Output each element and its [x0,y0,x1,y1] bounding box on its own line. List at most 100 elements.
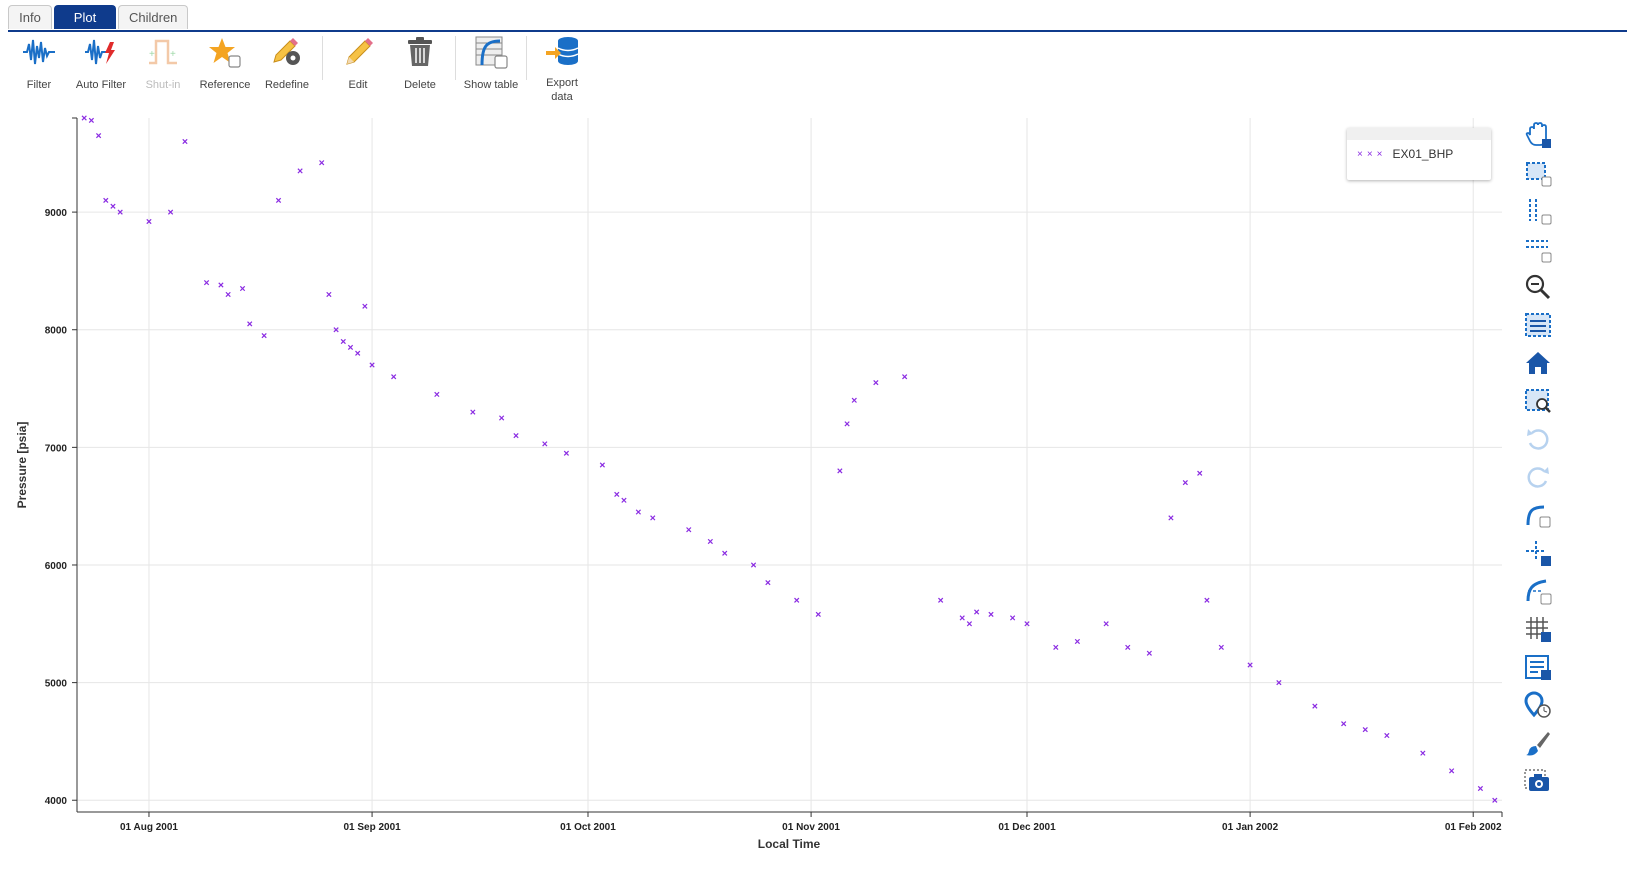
grid-icon[interactable] [1520,610,1556,648]
auto-filter-button[interactable]: Auto Filter [70,34,132,104]
data-point [362,303,368,309]
data-point [1103,621,1109,627]
data-point [542,441,548,447]
data-point [902,374,908,380]
export-data-label: Export data [546,76,578,104]
data-point [851,397,857,403]
chart-legend[interactable]: ××× EX01_BHP [1347,128,1491,180]
filter-wave-icon [21,34,57,70]
x-tick-label: 01 Dec 2001 [998,822,1056,833]
data-point [1197,470,1203,476]
tab-underline [8,30,1627,32]
curve-icon[interactable] [1520,496,1556,534]
zoom-fit-icon[interactable] [1520,382,1556,420]
chart-grid [77,118,1502,812]
export-data-button[interactable]: Export data [531,34,593,104]
data-point [340,338,346,345]
tab-plot[interactable]: Plot [54,5,116,29]
y-tick-label: 7000 [45,443,68,454]
filter-button[interactable]: Filter [8,34,70,104]
data-point [1362,727,1368,733]
pressure-chart[interactable]: 01 Aug 2001 01 Sep 2001 01 Oct 2001 01 Nov … [0,110,1510,860]
data-point [1168,515,1174,521]
tab-bar: Info Plot Children [8,5,189,31]
data-point [247,321,253,327]
toolbar-divider [526,36,527,80]
data-point [966,621,973,627]
export-label-line1: Export [546,77,578,89]
auto-filter-label: Auto Filter [75,79,127,91]
y-zoom-icon[interactable] [1520,230,1556,268]
tab-children[interactable]: Children [118,5,189,29]
data-point [1341,721,1347,727]
data-point [844,421,850,427]
data-point [707,538,713,545]
edit-button[interactable]: Edit [327,34,389,104]
redefine-label: Redefine [264,79,310,91]
pencil-icon [340,34,376,70]
data-point [1312,703,1318,709]
data-point [1420,750,1426,756]
legend-item[interactable]: ××× EX01_BHP [1347,140,1491,161]
tab-info[interactable]: Info [8,5,52,29]
y-tick-label: 6000 [45,561,68,572]
y-tick-labels: 4000 5000 6000 7000 8000 9000 [45,208,68,807]
box-select-icon[interactable] [1520,306,1556,344]
data-point [1477,785,1484,792]
crosshair-icon[interactable] [1520,534,1556,572]
show-table-button[interactable]: Show table [460,34,522,104]
data-point [225,291,231,298]
data-point [355,350,361,356]
data-point [513,432,519,439]
camera-icon[interactable] [1520,762,1556,800]
redefine-button[interactable]: Redefine [256,34,318,104]
data-point [498,415,505,421]
svg-text:+: + [170,49,176,60]
plot-toolbar: Filter Auto Filter + + Shut-in Reference … [8,34,593,104]
data-point [973,609,980,615]
data-point [1448,768,1455,774]
toolbar-divider [455,36,456,80]
legend-icon[interactable] [1520,648,1556,686]
delete-button[interactable]: Delete [389,34,451,104]
home-icon[interactable] [1520,344,1556,382]
fit-curve-icon[interactable] [1520,572,1556,610]
data-point [765,580,771,586]
reference-button[interactable]: Reference [194,34,256,104]
data-point [275,197,282,203]
data-point [1204,597,1210,603]
y-tick-label: 4000 [45,796,68,807]
plot-tools-sidebar [1520,116,1556,800]
shut-in-button[interactable]: + + Shut-in [132,34,194,104]
series-points [81,115,1498,803]
data-point [326,291,332,298]
data-point [319,160,325,166]
pan-icon[interactable] [1520,116,1556,154]
data-point [110,203,116,209]
x-marker-icon: ××× [1357,148,1387,160]
y-tick-label: 5000 [45,679,68,690]
data-point [470,409,476,415]
data-point [261,332,267,339]
x-tick-label: 01 Feb 2002 [1445,822,1502,833]
y-tick-label: 8000 [45,326,68,337]
data-point [1009,615,1016,621]
data-point [1384,732,1390,739]
x-tick-label: 01 Nov 2001 [782,822,840,833]
reference-label: Reference [199,79,251,91]
undo-icon[interactable] [1520,420,1556,458]
brush-icon[interactable] [1520,724,1556,762]
data-point [621,497,627,503]
hover-icon[interactable] [1520,686,1556,724]
data-point [959,615,965,621]
legend-header [1347,128,1491,140]
zoom-out-icon[interactable] [1520,268,1556,306]
box-zoom-icon[interactable] [1520,154,1556,192]
filter-label: Filter [26,79,52,91]
x-zoom-icon[interactable] [1520,192,1556,230]
data-point [1125,644,1131,650]
data-point [686,527,692,533]
trash-icon [402,34,438,70]
export-database-icon [544,34,580,68]
redo-icon[interactable] [1520,458,1556,496]
